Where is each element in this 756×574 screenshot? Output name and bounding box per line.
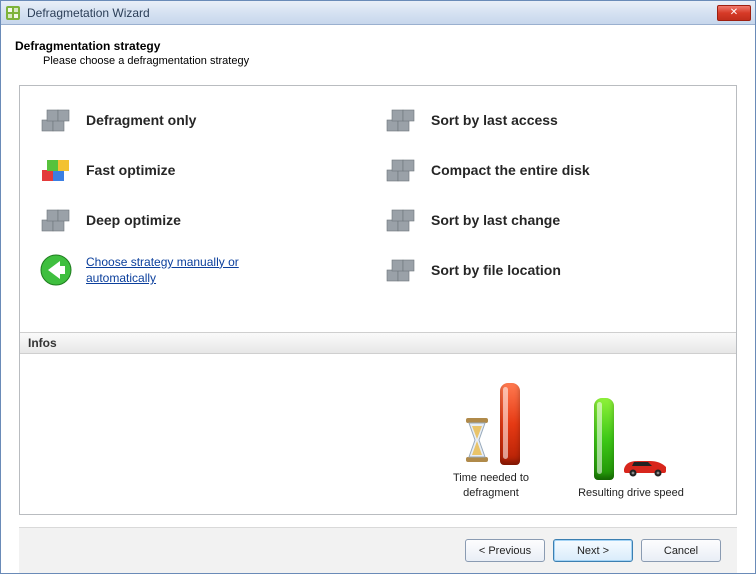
next-button[interactable]: Next >: [553, 539, 633, 562]
option-defragment-only[interactable]: Defragment only: [38, 98, 373, 142]
option-sort-last-change[interactable]: Sort by last change: [383, 198, 718, 242]
blocks-icon: [383, 102, 419, 138]
bar-green-icon: [594, 398, 614, 480]
option-label: Sort by file location: [431, 262, 561, 278]
info-time-label: Time needed to defragment: [436, 471, 546, 500]
page-title: Defragmentation strategy: [15, 39, 741, 53]
option-label: Compact the entire disk: [431, 162, 590, 178]
car-icon: [622, 455, 668, 480]
app-icon: [5, 5, 21, 21]
bar-red-icon: [500, 383, 520, 465]
option-label: Sort by last access: [431, 112, 558, 128]
info-speed-visual: [594, 390, 668, 480]
wizard-window: Defragmetation Wizard ✕ Defragmentation …: [0, 0, 756, 574]
cancel-button[interactable]: Cancel: [641, 539, 721, 562]
wizard-body: Defragment only Fast optimize: [1, 75, 755, 573]
info-speed: Resulting drive speed: [576, 390, 686, 500]
option-sort-file-location[interactable]: Sort by file location: [383, 248, 718, 292]
blocks-icon: [383, 202, 419, 238]
wizard-footer: < Previous Next > Cancel: [19, 527, 737, 573]
blocks-color-icon: [38, 152, 74, 188]
option-fast-optimize[interactable]: Fast optimize: [38, 148, 373, 192]
back-arrow-icon: [38, 252, 74, 288]
info-time-visual: [462, 375, 520, 465]
wizard-header: Defragmentation strategy Please choose a…: [1, 25, 755, 75]
infos-heading: Infos: [20, 332, 736, 354]
titlebar: Defragmetation Wizard ✕: [1, 1, 755, 25]
close-button[interactable]: ✕: [717, 5, 751, 21]
option-deep-optimize[interactable]: Deep optimize: [38, 198, 373, 242]
blocks-icon: [383, 152, 419, 188]
option-choose-manually[interactable]: Choose strategy manually or automaticall…: [38, 248, 373, 292]
option-sort-last-access[interactable]: Sort by last access: [383, 98, 718, 142]
option-label: Defragment only: [86, 112, 196, 128]
option-link-label: Choose strategy manually or automaticall…: [86, 254, 286, 286]
blocks-icon: [38, 202, 74, 238]
infos-body: Time needed to defragment: [20, 354, 736, 514]
blocks-icon: [38, 102, 74, 138]
info-speed-label: Resulting drive speed: [578, 486, 684, 500]
option-label: Sort by last change: [431, 212, 560, 228]
blocks-icon: [383, 252, 419, 288]
previous-button[interactable]: < Previous: [465, 539, 545, 562]
option-label: Deep optimize: [86, 212, 181, 228]
main-panel: Defragment only Fast optimize: [19, 85, 737, 515]
window-title: Defragmetation Wizard: [27, 6, 717, 20]
hourglass-icon: [462, 418, 492, 465]
option-compact-disk[interactable]: Compact the entire disk: [383, 148, 718, 192]
option-label: Fast optimize: [86, 162, 175, 178]
strategy-options: Defragment only Fast optimize: [20, 86, 736, 332]
page-subtitle: Please choose a defragmentation strategy: [43, 55, 741, 67]
info-time: Time needed to defragment: [436, 375, 546, 500]
